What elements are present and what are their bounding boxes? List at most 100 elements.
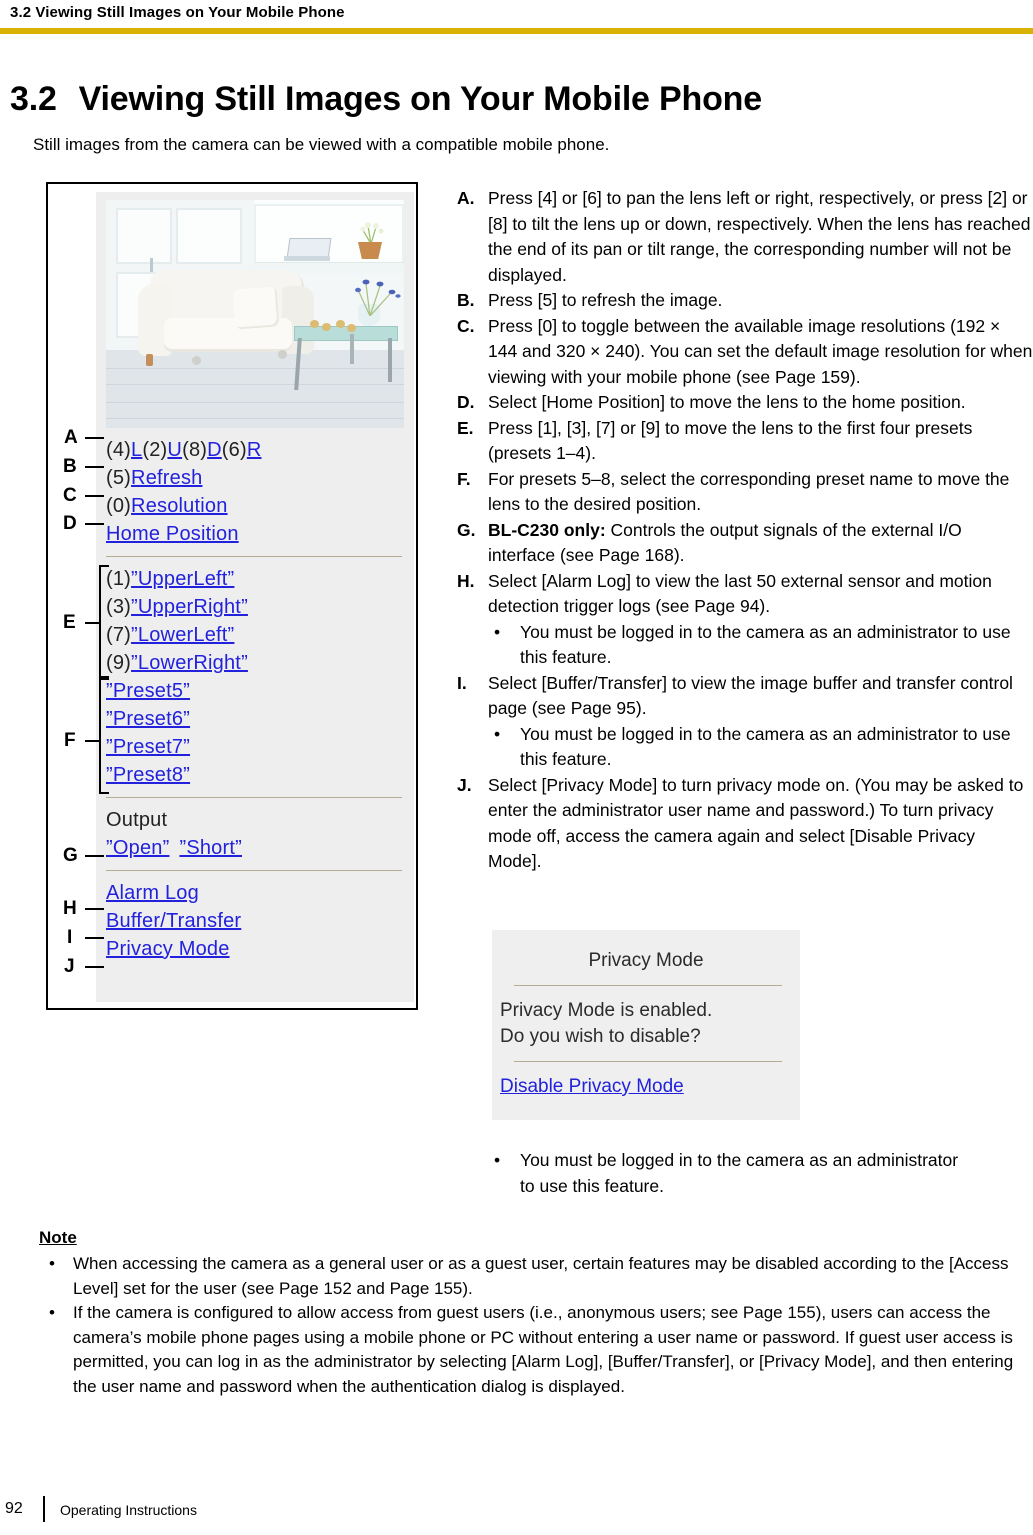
page-title: 3.2 Viewing Still Images on Your Mobile P… (10, 80, 762, 119)
menu-row-output-controls[interactable]: ”Open” ”Short” (106, 834, 406, 862)
footer-label: Operating Instructions (60, 1502, 197, 1518)
menu-row-preset-6[interactable]: ”Preset6” (106, 705, 406, 733)
note-list: • When accessing the camera as a general… (39, 1252, 1014, 1399)
phone-menu-list: (4)L(2)U(8)D(6)R (5)Refresh (0)Resolutio… (106, 436, 406, 963)
menu-row-preset-5[interactable]: ”Preset5” (106, 677, 406, 705)
link-preset6[interactable]: ”Preset6” (106, 708, 190, 730)
note-heading: Note (39, 1228, 77, 1247)
menu-row-preset-1[interactable]: (1)”UpperLeft” (106, 565, 406, 593)
menu-row-resolution[interactable]: (0)Resolution (106, 492, 406, 520)
bullet-dot: • (49, 1303, 55, 1322)
link-alarm-log[interactable]: Alarm Log (106, 882, 199, 904)
callout-letter-b: B (63, 456, 77, 477)
menu-row-preset-3[interactable]: (3)”UpperRight” (106, 593, 406, 621)
link-preset5[interactable]: ”Preset5” (106, 680, 190, 702)
key-7: (7) (106, 624, 132, 646)
link-privacy-mode[interactable]: Privacy Mode (106, 938, 230, 960)
link-refresh[interactable]: Refresh (131, 467, 202, 489)
step-letter-d: D. (457, 392, 475, 412)
leader-line-g (85, 855, 104, 857)
menu-row-preset-7[interactable]: (7)”LowerLeft” (106, 621, 406, 649)
link-home-position[interactable]: Home Position (106, 523, 239, 545)
step-letter-g: G. (457, 519, 476, 540)
link-resolution[interactable]: Resolution (131, 495, 228, 517)
menu-row-privacy-mode[interactable]: Privacy Mode (106, 935, 406, 963)
step-text-i: Select [Buffer/Transfer] to view the ima… (488, 672, 1013, 719)
callout-letter-d: D (63, 513, 77, 534)
step-text-b: Press [5] to refresh the image. (488, 290, 723, 310)
footer-divider (43, 1496, 45, 1522)
link-down[interactable]: D (207, 439, 222, 461)
link-buffer-transfer[interactable]: Buffer/Transfer (106, 910, 241, 932)
callout-letter-e: E (63, 612, 76, 633)
link-output-short[interactable]: ”Short” (179, 837, 242, 859)
bracket-e (99, 565, 109, 680)
leader-line-f (85, 740, 100, 742)
step-letter-c: C. (457, 315, 475, 336)
key-4: (4) (106, 439, 132, 461)
step-text-h: Select [Alarm Log] to view the last 50 e… (488, 570, 992, 617)
leader-line-e (85, 622, 100, 624)
intro-paragraph: Still images from the camera can be view… (33, 135, 610, 154)
link-preset-upperleft[interactable]: ”UpperLeft” (131, 568, 234, 590)
menu-row-pan-tilt[interactable]: (4)L(2)U(8)D(6)R (106, 436, 406, 464)
key-8: (8) (182, 439, 208, 461)
privacy-shot-separator-bottom (514, 1061, 782, 1062)
bracket-f (99, 676, 109, 794)
link-preset-lowerright[interactable]: ”LowerRight” (131, 652, 248, 674)
menu-label-output: Output (106, 809, 168, 831)
step-text-g: BL-C230 only: Controls the output signal… (488, 518, 1033, 569)
step-letter-f: F. (457, 468, 471, 489)
privacy-shot-message-line1: Privacy Mode is enabled. (500, 1000, 713, 1021)
note-item-1-text: When accessing the camera as a general u… (73, 1254, 1009, 1298)
bullet-dot: • (494, 1150, 501, 1170)
sub-bullet-i: • You must be logged in to the camera as… (488, 722, 1033, 773)
step-item-b: B. Press [5] to refresh the image. (457, 288, 1033, 314)
privacy-mode-screenshot: Privacy Mode Privacy Mode is enabled. Do… (492, 930, 800, 1120)
link-preset8[interactable]: ”Preset8” (106, 764, 190, 786)
callout-letter-c: C (63, 485, 77, 506)
menu-row-home-position[interactable]: Home Position (106, 520, 406, 548)
section-number: 3.2 (10, 80, 57, 118)
step-letter-i: I. (457, 672, 467, 693)
step-item-g: G. BL-C230 only: Controls the output sig… (457, 518, 1033, 569)
key-2: (2) (142, 439, 168, 461)
menu-row-refresh[interactable]: (5)Refresh (106, 464, 406, 492)
leader-line-b (85, 466, 104, 468)
after-screenshot-bullet-text: You must be logged in to the camera as a… (520, 1150, 959, 1196)
link-right[interactable]: R (247, 439, 262, 461)
leader-line-h (85, 908, 104, 910)
step-item-h: H. Select [Alarm Log] to view the last 5… (457, 569, 1033, 620)
leader-line-i (85, 937, 104, 939)
link-left[interactable]: L (131, 439, 142, 461)
link-up[interactable]: U (167, 439, 182, 461)
step-letter-a: A. (457, 188, 475, 208)
instruction-list: A. Press [4] or [6] to pan the lens left… (457, 186, 1033, 875)
key-6: (6) (221, 439, 247, 461)
link-disable-privacy-mode[interactable]: Disable Privacy Mode (500, 1076, 684, 1098)
step-letter-h: H. (457, 570, 475, 591)
step-item-c: C. Press [0] to toggle between the avail… (457, 314, 1033, 391)
callout-letter-j: J (64, 956, 75, 977)
link-preset-lowerleft[interactable]: ”LowerLeft” (131, 624, 234, 646)
menu-row-alarm-log[interactable]: Alarm Log (106, 879, 406, 907)
key-3: (3) (106, 596, 132, 618)
step-letter-b: B. (457, 290, 475, 310)
link-preset7[interactable]: ”Preset7” (106, 736, 190, 758)
privacy-shot-title: Privacy Mode (588, 950, 704, 971)
step-text-a: Press [4] or [6] to pan the lens left or… (488, 188, 1031, 285)
menu-row-buffer-transfer[interactable]: Buffer/Transfer (106, 907, 406, 935)
menu-row-preset-8[interactable]: ”Preset8” (106, 761, 406, 789)
step-item-f: F. For presets 5–8, select the correspon… (457, 467, 1033, 518)
link-preset-upperright[interactable]: ”UpperRight” (131, 596, 248, 618)
menu-row-preset-7b[interactable]: ”Preset7” (106, 733, 406, 761)
key-0: (0) (106, 495, 132, 517)
step-text-f: For presets 5–8, select the correspondin… (488, 468, 1010, 515)
link-output-open[interactable]: ”Open” (106, 837, 169, 859)
section-title-text: Viewing Still Images on Your Mobile Phon… (78, 80, 762, 118)
menu-separator-3 (106, 870, 402, 871)
page-number: 92 (5, 1500, 23, 1517)
callout-letter-g: G (63, 845, 78, 866)
menu-row-preset-9[interactable]: (9)”LowerRight” (106, 649, 406, 677)
privacy-shot-separator-top (514, 985, 782, 986)
